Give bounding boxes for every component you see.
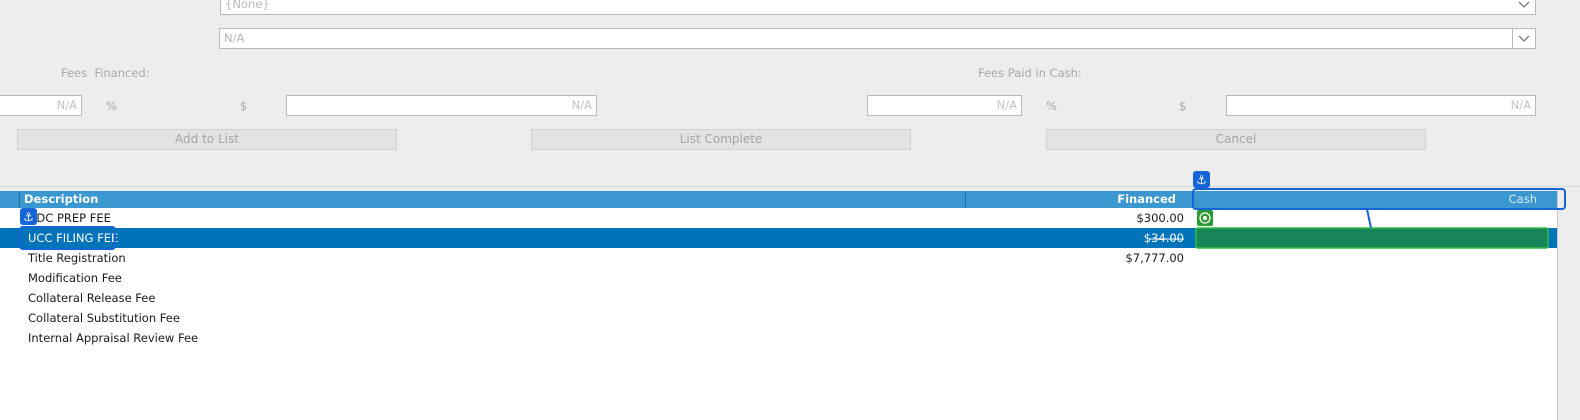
fees-financed-label: Fees Financed: [61,66,150,80]
fees-cash-label: Fees Paid in Cash: [978,66,1082,80]
fees-grid[interactable]: Description Financed Cash UDC PREP FEE $… [0,191,1558,420]
financed-dollar-symbol: $ [240,99,248,113]
row-financed: $7,777.00 [1125,251,1184,265]
table-row[interactable]: Collateral Substitution Fee [0,308,1557,328]
table-row-selected[interactable]: UCC FILING FEE $34.00 [0,228,1557,248]
row-description: UCC FILING FEE [28,231,119,245]
table-row[interactable]: Internal Appraisal Review Fee [0,328,1557,348]
row-description: Collateral Substitution Fee [28,311,180,325]
row-description: Modification Fee [28,271,122,285]
cancel-button[interactable]: Cancel [1046,129,1426,150]
target-icon [1197,210,1213,226]
fee-type-combo-value: {None} [225,0,270,11]
cash-dollar-symbol: $ [1179,99,1187,113]
row-financed: $34.00 [1143,231,1184,245]
financed-percent-input[interactable]: N/A [0,95,82,116]
add-to-list-button[interactable]: Add to List [17,129,397,150]
row-description: Internal Appraisal Review Fee [28,331,199,345]
financed-amount-input[interactable]: N/A [286,95,597,116]
cash-percent-input[interactable]: N/A [867,95,1022,116]
table-row[interactable]: Modification Fee [0,268,1557,288]
cash-amount-input[interactable]: N/A [1226,95,1536,116]
grid-header: Description Financed Cash [0,191,1557,208]
table-row[interactable]: Title Registration $7,777.00 [0,248,1557,268]
column-header-cash[interactable]: Cash [1193,191,1557,208]
anchor-icon: ⚓ [20,208,37,225]
chevron-down-icon[interactable] [1512,29,1535,48]
table-row[interactable]: Collateral Release Fee [0,288,1557,308]
chevron-down-icon[interactable] [1513,0,1535,14]
column-header-financed[interactable]: Financed [966,191,1193,208]
anchor-icon: ⚓ [1193,171,1210,188]
divider [0,186,1580,187]
fee-type-combo[interactable]: {None} [220,0,1536,15]
fee-description-combo-value: N/A [224,31,245,45]
table-row[interactable]: UDC PREP FEE $300.00 [0,208,1557,228]
fee-description-combo[interactable]: N/A [219,28,1536,49]
grid-header-spacer [0,191,20,208]
row-financed: $300.00 [1136,211,1184,225]
row-description: UDC PREP FEE [28,211,111,225]
cash-percent-symbol: % [1046,99,1057,113]
list-complete-button[interactable]: List Complete [531,129,911,150]
column-header-description[interactable]: Description [20,191,966,208]
row-description: Title Registration [28,251,126,265]
financed-percent-symbol: % [106,99,117,113]
row-description: Collateral Release Fee [28,291,156,305]
